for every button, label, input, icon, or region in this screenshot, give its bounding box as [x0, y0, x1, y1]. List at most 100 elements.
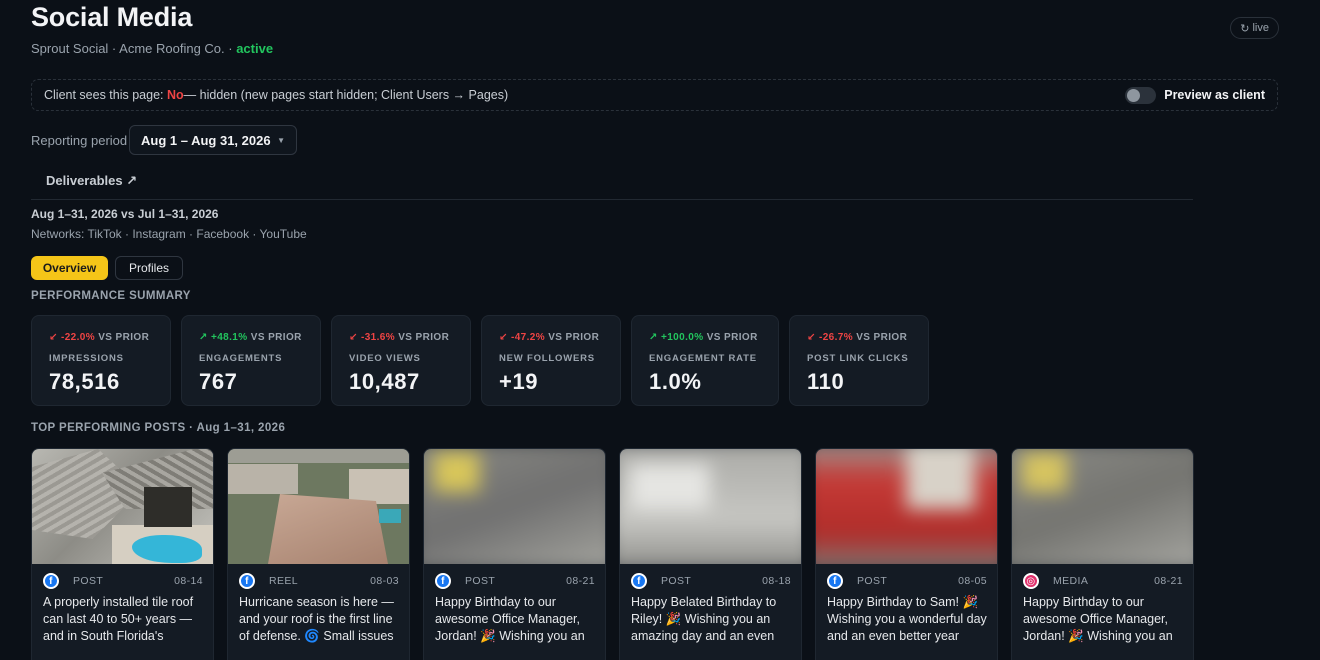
post-caption: Happy Belated Birthday to Riley! 🎉 Wishi…: [631, 595, 777, 643]
kpi-label: VIDEO VIEWS: [349, 353, 421, 364]
page-subtitle: Sprout Social · Acme Roofing Co. · activ…: [31, 41, 273, 56]
refresh-icon: ↻: [1240, 22, 1250, 35]
kpi-value: 110: [807, 369, 845, 394]
reporting-period-label: Reporting period: [31, 133, 128, 148]
post-thumbnail: [424, 449, 605, 564]
kpi-value: 1.0%: [649, 369, 702, 394]
top-posts-title: TOP PERFORMING POSTS · Aug 1–31, 2026: [31, 422, 286, 434]
kpi-card-impressions: ↙ -22.0% VS PRIOR IMPRESSIONS 78,516: [31, 315, 171, 406]
subtitle-source: Sprout Social · Acme Roofing Co. ·: [31, 41, 237, 56]
post-type: REEL: [269, 575, 299, 587]
facebook-icon: f: [239, 573, 255, 589]
preview-as-client[interactable]: Preview as client: [1125, 86, 1265, 104]
chevron-down-icon: ▼: [277, 135, 285, 145]
post-thumbnail: [1012, 449, 1193, 564]
post-date: 08-05: [958, 575, 987, 587]
kpi-value: 78,516: [49, 369, 120, 394]
kpi-delta: ↙ -47.2% VS PRIOR: [499, 332, 600, 343]
networks-list: Networks: TikTok · Instagram · Facebook …: [31, 227, 307, 241]
facebook-icon: f: [43, 573, 59, 589]
divider: [31, 199, 1193, 200]
view-tabs: Overview Profiles: [31, 256, 183, 280]
post-meta: f POST 08-14: [43, 573, 203, 589]
kpi-delta: ↙ -26.7% VS PRIOR: [807, 332, 908, 343]
post-card[interactable]: f REEL 08-03 Hurricane season is here — …: [227, 448, 410, 660]
post-type: MEDIA: [1053, 575, 1089, 587]
kpi-card-video-views: ↙ -31.6% VS PRIOR VIDEO VIEWS 10,487: [331, 315, 471, 406]
post-date: 08-18: [762, 575, 791, 587]
post-card[interactable]: f POST 08-14 A properly installed tile r…: [31, 448, 214, 660]
post-thumbnail: [816, 449, 997, 564]
trend-down-icon: ↙: [49, 332, 61, 343]
post-type: POST: [661, 575, 692, 587]
kpi-value: +19: [499, 369, 539, 394]
post-thumbnail: [32, 449, 213, 564]
kpi-value: 10,487: [349, 369, 420, 394]
kpi-label: NEW FOLLOWERS: [499, 353, 595, 364]
kpi-value: 767: [199, 369, 238, 394]
reporting-period-value: Aug 1 – Aug 31, 2026: [141, 132, 271, 148]
post-date: 08-14: [174, 575, 203, 587]
post-card[interactable]: ◎ MEDIA 08-21 Happy Birthday to our awes…: [1011, 448, 1194, 660]
post-meta: f POST 08-21: [435, 573, 595, 589]
trend-down-icon: ↙: [807, 332, 819, 343]
trend-down-icon: ↙: [349, 332, 361, 343]
post-meta: f POST 08-05: [827, 573, 987, 589]
tab-overview[interactable]: Overview: [31, 256, 108, 280]
trend-up-icon: ↗: [649, 332, 661, 343]
kpi-delta: ↗ +100.0% VS PRIOR: [649, 332, 758, 343]
kpi-card-engagement-rate: ↗ +100.0% VS PRIOR ENGAGEMENT RATE 1.0%: [631, 315, 779, 406]
comparison-range: Aug 1–31, 2026 vs Jul 1–31, 2026: [31, 207, 219, 221]
page-title: Social Media: [31, 2, 193, 32]
deliverables-link[interactable]: Deliverables ↗: [46, 173, 137, 189]
post-type: POST: [465, 575, 496, 587]
post-meta: f POST 08-18: [631, 573, 791, 589]
post-date: 08-21: [1154, 575, 1183, 587]
kpi-delta: ↙ -31.6% VS PRIOR: [349, 332, 450, 343]
post-thumbnail: [620, 449, 801, 564]
performance-summary-title: PERFORMANCE SUMMARY: [31, 290, 191, 302]
preview-toggle[interactable]: [1125, 86, 1157, 104]
post-type: POST: [73, 575, 104, 587]
post-date: 08-03: [370, 575, 399, 587]
visibility-value: No: [167, 88, 184, 102]
trend-up-icon: ↗: [199, 332, 211, 343]
post-meta: ◎ MEDIA 08-21: [1023, 573, 1183, 589]
post-meta: f REEL 08-03: [239, 573, 399, 589]
reporting-period-select[interactable]: Aug 1 – Aug 31, 2026 ▼: [129, 125, 297, 155]
instagram-icon: ◎: [1023, 573, 1039, 589]
status-badge: active: [236, 41, 274, 56]
live-button[interactable]: ↻ live: [1230, 17, 1279, 39]
visibility-suffix: — hidden (new pages start hidden; Client…: [183, 88, 509, 102]
post-card[interactable]: f POST 08-18 Happy Belated Birthday to R…: [619, 448, 802, 660]
live-label: live: [1252, 22, 1269, 34]
client-visibility-bar: Client sees this page: No — hidden (new …: [31, 79, 1278, 111]
post-card[interactable]: f POST 08-05 Happy Birthday to Sam! 🎉 Wi…: [815, 448, 998, 660]
preview-label: Preview as client: [1164, 88, 1265, 102]
kpi-label: IMPRESSIONS: [49, 353, 124, 364]
post-type: POST: [857, 575, 888, 587]
kpi-delta: ↗ +48.1% VS PRIOR: [199, 332, 302, 343]
post-caption: A properly installed tile roof can last …: [43, 595, 194, 643]
post-caption: Happy Birthday to our awesome Office Man…: [435, 595, 585, 643]
visibility-prefix: Client sees this page:: [44, 88, 164, 102]
post-date: 08-21: [566, 575, 595, 587]
trend-down-icon: ↙: [499, 332, 511, 343]
kpi-card-new-followers: ↙ -47.2% VS PRIOR NEW FOLLOWERS +19: [481, 315, 621, 406]
post-caption: Happy Birthday to Sam! 🎉 Wishing you a w…: [827, 595, 987, 643]
post-thumbnail: [228, 449, 409, 564]
kpi-delta: ↙ -22.0% VS PRIOR: [49, 332, 150, 343]
post-card[interactable]: f POST 08-21 Happy Birthday to our aweso…: [423, 448, 606, 660]
post-caption: Hurricane season is here — and your roof…: [239, 595, 394, 643]
top-posts-row: f POST 08-14 A properly installed tile r…: [31, 448, 1194, 660]
facebook-icon: f: [827, 573, 843, 589]
kpi-card-post-link-clicks: ↙ -26.7% VS PRIOR POST LINK CLICKS 110: [789, 315, 929, 406]
kpi-label: ENGAGEMENTS: [199, 353, 283, 364]
kpi-card-engagements: ↗ +48.1% VS PRIOR ENGAGEMENTS 767: [181, 315, 321, 406]
facebook-icon: f: [631, 573, 647, 589]
kpi-label: POST LINK CLICKS: [807, 353, 909, 364]
post-caption: Happy Birthday to our awesome Office Man…: [1023, 595, 1173, 643]
tab-profiles[interactable]: Profiles: [115, 256, 183, 280]
facebook-icon: f: [435, 573, 451, 589]
kpi-label: ENGAGEMENT RATE: [649, 353, 757, 364]
